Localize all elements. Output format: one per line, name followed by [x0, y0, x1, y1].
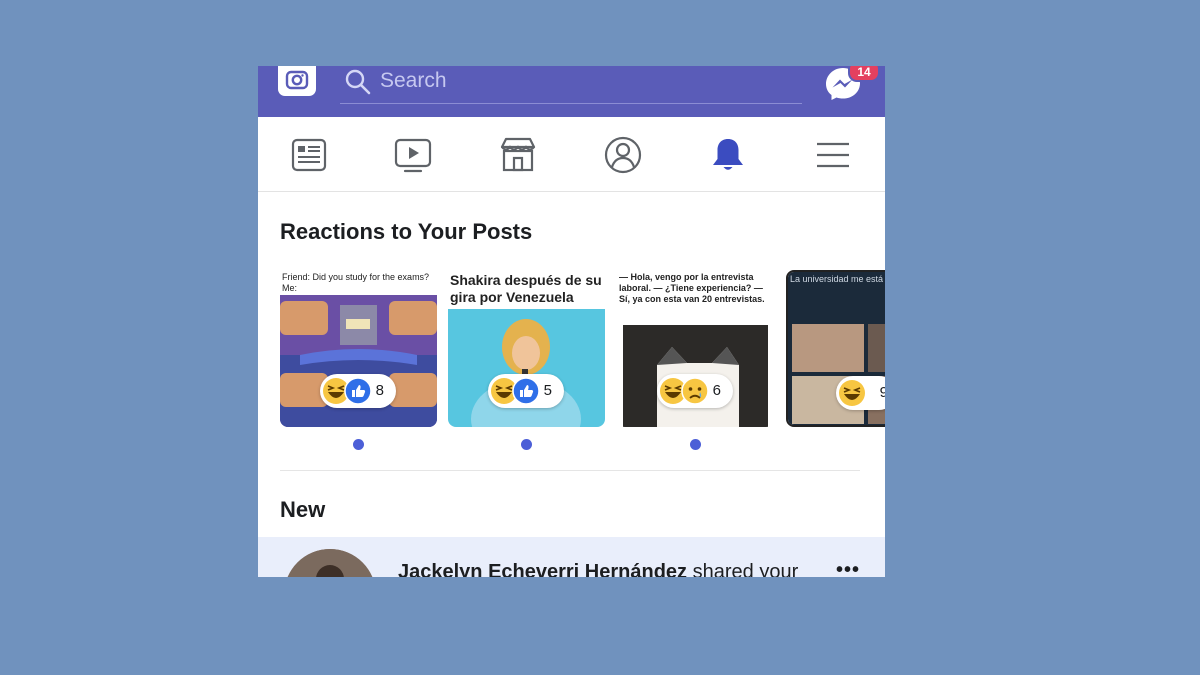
top-bar: 14 — [258, 66, 885, 117]
reaction-summary: 9 — [836, 376, 885, 410]
reaction-card[interactable]: Shakira después de su gira por Venezuela — [448, 270, 605, 427]
profile-icon — [604, 136, 642, 174]
tab-menu[interactable] — [813, 135, 853, 175]
video-icon — [394, 138, 432, 173]
camera-button[interactable] — [278, 66, 316, 96]
avatar-photo — [284, 549, 376, 577]
marketplace-icon — [500, 137, 536, 172]
unread-dot — [690, 439, 701, 450]
messenger-button[interactable]: 14 — [824, 66, 880, 102]
newspaper-icon — [291, 138, 327, 172]
reactions-section-title: Reactions to Your Posts — [280, 219, 533, 244]
search-input[interactable] — [380, 68, 780, 94]
reaction-count: 5 — [543, 382, 552, 399]
reaction-cards-carousel[interactable]: Friend: Did you study for the exams? Me: — [280, 270, 885, 450]
reaction-count: 6 — [712, 382, 721, 399]
reaction-card[interactable]: La universidad me está matando 9 — [786, 270, 885, 427]
menu-icon — [817, 142, 849, 168]
search-bar[interactable] — [340, 66, 802, 104]
tab-notifications[interactable] — [708, 135, 748, 175]
reaction-count: 9 — [880, 384, 885, 401]
sad-reaction-icon — [681, 377, 709, 405]
like-reaction-icon — [344, 377, 372, 405]
app-screen: 14 — [258, 66, 885, 577]
tab-watch[interactable] — [393, 135, 433, 175]
card-caption: — Hola, vengo por la entrevista laboral.… — [619, 272, 765, 304]
avatar[interactable] — [284, 549, 376, 577]
notification-actor: Jackelyn Echeverri Hernández — [398, 561, 688, 577]
camera-icon — [285, 70, 309, 90]
reaction-summary: 6 — [657, 374, 733, 408]
message-count-badge: 14 — [848, 66, 880, 82]
unread-dot — [521, 439, 532, 450]
haha-reaction-icon — [839, 380, 865, 406]
reaction-card[interactable]: — Hola, vengo por la entrevista laboral.… — [617, 270, 774, 427]
search-icon — [345, 69, 371, 95]
reaction-count: 8 — [375, 382, 384, 399]
unread-dot — [353, 439, 364, 450]
section-divider — [280, 470, 860, 471]
card-caption: Shakira después de su gira por Venezuela — [450, 272, 602, 305]
tab-news-feed[interactable] — [289, 135, 329, 175]
more-options-button[interactable]: ••• — [836, 559, 860, 577]
reaction-summary: 8 — [320, 374, 396, 408]
tab-bar — [258, 117, 885, 192]
like-reaction-icon — [512, 377, 540, 405]
notification-text: Jackelyn Echeverri Hernández shared your — [398, 561, 798, 577]
reaction-summary: 5 — [488, 374, 564, 408]
tab-profile[interactable] — [603, 135, 643, 175]
post-image — [448, 309, 605, 427]
card-caption: Friend: Did you study for the exams? Me: — [282, 272, 430, 293]
card-caption: La universidad me está matando — [790, 274, 885, 284]
reaction-card[interactable]: Friend: Did you study for the exams? Me: — [280, 270, 437, 427]
notification-action: shared your — [692, 561, 799, 577]
new-section-title: New — [280, 497, 326, 522]
notification-item[interactable]: Jackelyn Echeverri Hernández shared your… — [258, 537, 885, 577]
tab-marketplace[interactable] — [498, 135, 538, 175]
bell-icon — [713, 139, 743, 170]
